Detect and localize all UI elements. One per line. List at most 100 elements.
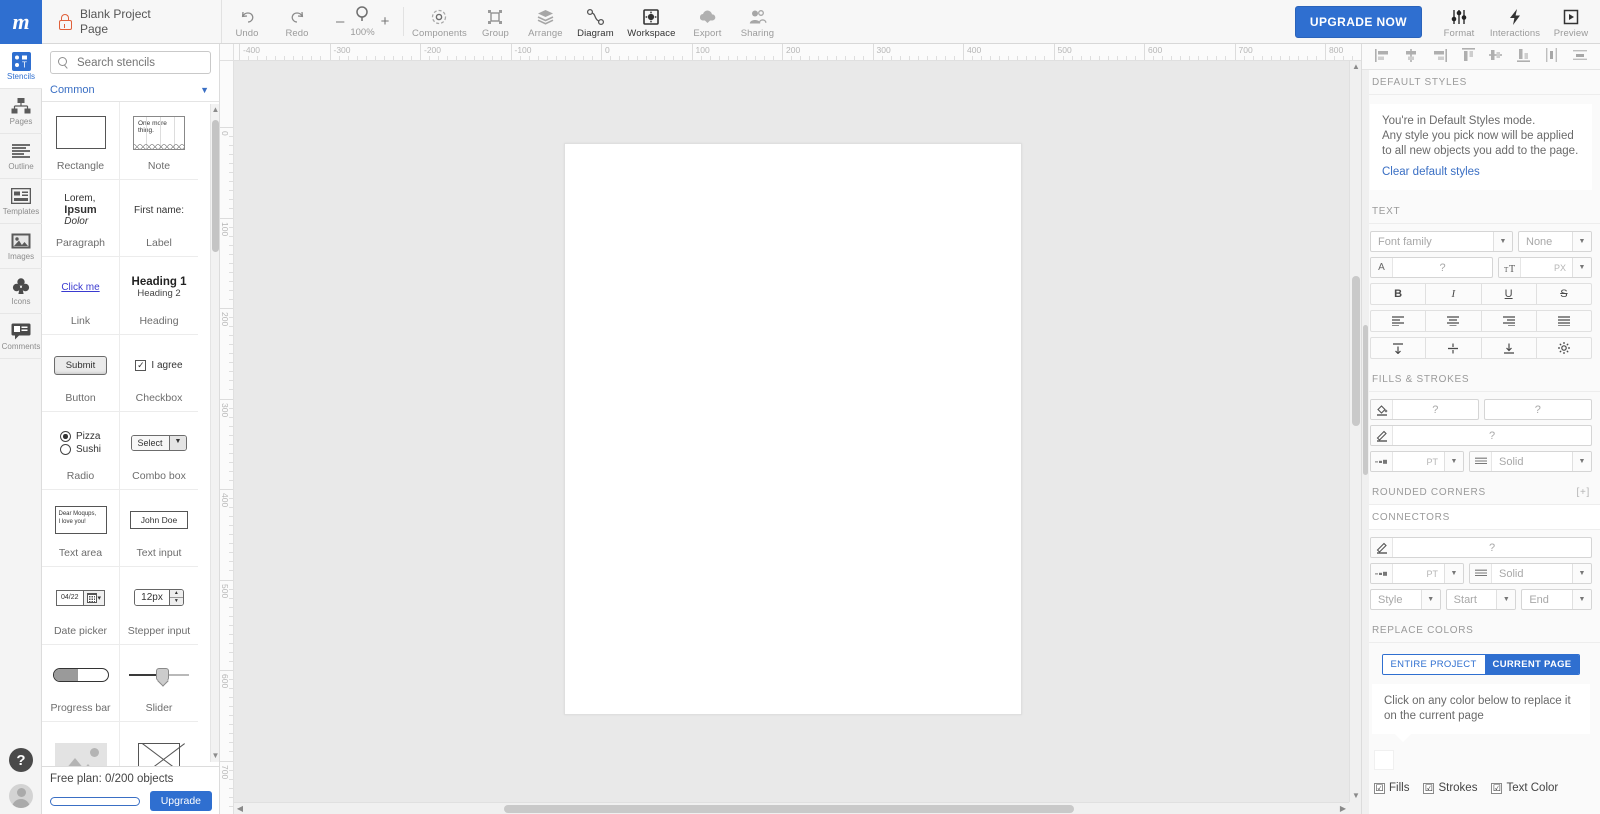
stencil-item-note[interactable]: One more thing. Note [120, 102, 198, 180]
chevron-down-icon[interactable]: ▼ [1493, 232, 1512, 251]
stencil-item-rectangle[interactable]: Rectangle [42, 102, 120, 180]
connector-width-field[interactable]: PT ▼ [1370, 563, 1464, 584]
chevron-down-icon[interactable]: ▼ [1572, 452, 1591, 471]
chevron-down-icon[interactable]: ▼ [1496, 590, 1516, 609]
chevron-down-icon[interactable]: ▼ [1572, 564, 1591, 583]
section-rounded-corners[interactable]: ROUNDED CORNERS [+] [1362, 480, 1600, 505]
connector-line-style-select[interactable]: Solid ▼ [1469, 563, 1592, 584]
underline-button[interactable]: U [1480, 283, 1537, 305]
fill-opacity-field[interactable]: ? [1483, 399, 1592, 420]
align-right-icon[interactable] [1433, 48, 1447, 65]
sidebar-item-pages[interactable]: Pages [0, 89, 42, 134]
search-input[interactable] [75, 55, 203, 70]
tool-workspace[interactable]: Workspace [620, 0, 682, 43]
stencil-item-heading[interactable]: Heading 1 Heading 2 Heading [120, 257, 198, 335]
zoom-magnifier-icon[interactable] [354, 5, 372, 26]
align-top-icon[interactable] [1461, 48, 1475, 65]
align-text-left-icon[interactable] [1370, 310, 1427, 332]
stencil-item-checkbox[interactable]: ✓ I agree Checkbox [120, 335, 198, 412]
scrollbar-thumb[interactable] [1352, 276, 1360, 426]
sidebar-item-stencils[interactable]: T Stencils [0, 44, 42, 89]
page-canvas[interactable] [564, 143, 1022, 715]
sidebar-item-templates[interactable]: Templates [0, 179, 42, 224]
app-logo[interactable]: m [0, 0, 42, 44]
italic-button[interactable]: I [1425, 283, 1482, 305]
scope-current-page-button[interactable]: CURRENT PAGE [1484, 655, 1580, 674]
tool-components[interactable]: Components [408, 0, 470, 43]
align-text-justify-icon[interactable] [1535, 310, 1592, 332]
canvas-horizontal-scrollbar[interactable]: ◀ ▶ [234, 802, 1349, 814]
zoom-in-button[interactable]: + [381, 14, 390, 29]
sidebar-item-outline[interactable]: Outline [0, 134, 42, 179]
zoom-out-button[interactable]: – [336, 14, 344, 29]
align-center-horizontal-icon[interactable] [1404, 48, 1418, 65]
stencil-item-label[interactable]: First name: Label [120, 180, 198, 257]
stencil-item-textinput[interactable]: John Doe Text input [120, 490, 198, 567]
valign-middle-icon[interactable] [1425, 337, 1482, 359]
lock-icon[interactable] [58, 13, 72, 30]
bold-button[interactable]: B [1370, 283, 1427, 305]
tool-interactions[interactable]: Interactions [1484, 4, 1546, 39]
chevron-down-icon[interactable]: ▼ [1444, 452, 1463, 471]
chevron-down-icon[interactable]: ▼ [1572, 232, 1591, 251]
tool-group[interactable]: Group [470, 0, 520, 43]
font-family-select[interactable]: Font family ▼ [1370, 231, 1513, 252]
align-middle-icon[interactable] [1489, 48, 1503, 65]
chevron-down-icon[interactable]: ▼ [1572, 258, 1591, 277]
fill-color-field[interactable]: ? [1370, 399, 1479, 420]
distribute-horizontal-icon[interactable] [1545, 48, 1558, 65]
stencil-item-datepicker[interactable]: 04/22 ▾ Date picker [42, 567, 120, 645]
avatar[interactable] [9, 784, 33, 808]
text-color-field[interactable]: A ? [1370, 257, 1493, 278]
project-info[interactable]: Blank Project Page [42, 0, 222, 43]
strikethrough-button[interactable]: S [1535, 283, 1592, 305]
checkbox-strokes[interactable]: ☑ Strokes [1423, 782, 1477, 794]
connector-style-select[interactable]: Style ▼ [1370, 589, 1441, 610]
redo-button[interactable]: Redo [272, 0, 322, 43]
valign-top-icon[interactable] [1370, 337, 1427, 359]
undo-button[interactable]: Undo [222, 0, 272, 43]
stroke-width-field[interactable]: PT ▼ [1370, 451, 1464, 472]
checkbox-text-color[interactable]: ☑ Text Color [1491, 782, 1558, 794]
stencil-item-radio[interactable]: Pizza Sushi Radio [42, 412, 120, 490]
scrollbar-thumb[interactable] [1363, 325, 1368, 475]
expand-icon[interactable]: [+] [1577, 487, 1591, 498]
align-text-center-icon[interactable] [1425, 310, 1482, 332]
canvas-viewport[interactable] [234, 61, 1349, 802]
align-bottom-icon[interactable] [1517, 48, 1531, 65]
stencils-scrollbar[interactable]: ▲ ▼ [210, 104, 219, 762]
stencil-item-combobox[interactable]: Select ▼ Combo box [120, 412, 198, 490]
gear-icon[interactable] [1535, 337, 1592, 359]
stencil-item-progressbar[interactable]: Progress bar [42, 644, 120, 722]
distribute-vertical-icon[interactable] [1572, 49, 1587, 65]
stencil-category-header[interactable]: Common ▼ [42, 80, 219, 102]
connector-stroke-field[interactable]: ? [1370, 537, 1592, 558]
sidebar-item-icons[interactable]: Icons [0, 269, 42, 314]
line-style-select[interactable]: Solid ▼ [1469, 451, 1592, 472]
scroll-left-arrow[interactable]: ◀ [234, 803, 246, 814]
chevron-down-icon[interactable]: ▼ [1420, 590, 1440, 609]
upgrade-now-button[interactable]: UPGRADE NOW [1294, 5, 1422, 38]
checkbox-fills[interactable]: ☑ Fills [1374, 782, 1409, 794]
stencil-item-textarea[interactable]: Dear Moqups, I love you! Text area [42, 489, 120, 567]
valign-bottom-icon[interactable] [1480, 337, 1537, 359]
scroll-right-arrow[interactable]: ▶ [1337, 803, 1349, 814]
scope-entire-project-button[interactable]: ENTIRE PROJECT [1382, 655, 1485, 674]
scroll-down-arrow[interactable]: ▼ [211, 750, 219, 762]
canvas-area[interactable]: -400 -300 -200 -100 0 100 200 300 400 500 600 700 80… [220, 44, 1361, 814]
font-size-field[interactable]: TT PX ▼ [1498, 257, 1592, 278]
tool-sharing[interactable]: Sharing [732, 0, 782, 43]
font-style-select[interactable]: None ▼ [1518, 231, 1592, 252]
format-panel-scrollbar[interactable] [1362, 70, 1369, 814]
search-box[interactable] [50, 51, 211, 74]
align-left-icon[interactable] [1375, 48, 1389, 65]
scrollbar-thumb[interactable] [504, 805, 1074, 813]
scroll-up-arrow[interactable]: ▲ [211, 104, 219, 116]
stencil-item-button[interactable]: Submit Button [42, 334, 120, 412]
chevron-down-icon[interactable]: ▼ [1444, 564, 1463, 583]
help-button[interactable]: ? [9, 748, 33, 772]
sidebar-item-comments[interactable]: Comments [0, 314, 42, 359]
tool-diagram[interactable]: Diagram [570, 0, 620, 43]
color-swatch-white[interactable] [1374, 750, 1394, 770]
stencil-item-paragraph[interactable]: Lorem, Ipsum Dolor Paragraph [42, 179, 120, 257]
